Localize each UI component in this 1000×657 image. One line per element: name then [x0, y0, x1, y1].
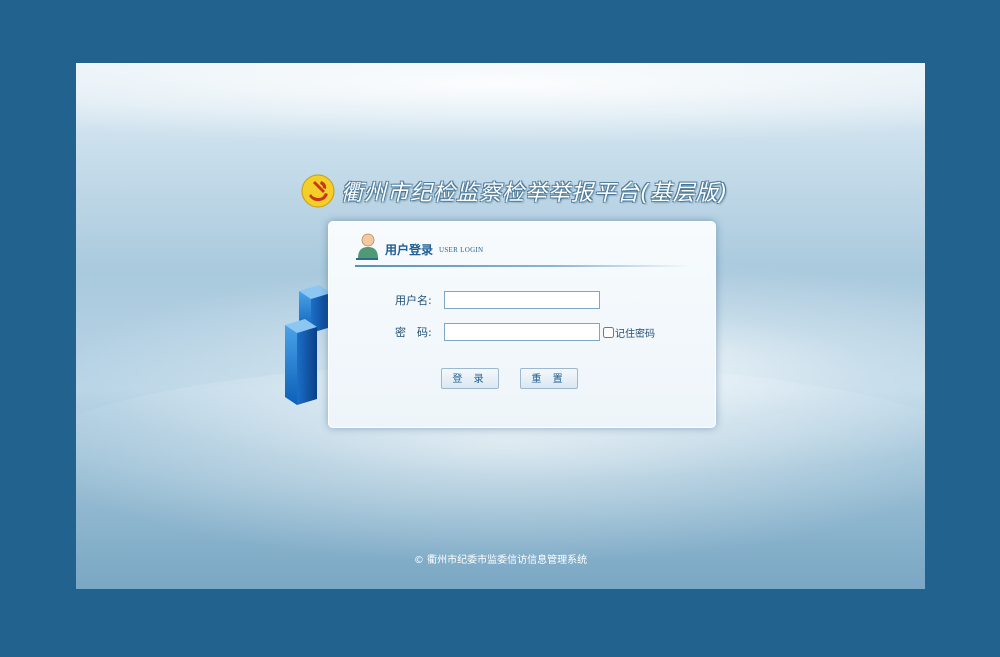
login-panel: 用户登录 USER LOGIN 用户名: 密 码: 记住密码 登 录 重 置 — [328, 221, 716, 428]
footer-copyright: © 衢州市纪委市监委信访信息管理系统 — [413, 555, 588, 566]
remember-password-checkbox[interactable] — [603, 326, 614, 338]
remember-password[interactable]: 记住密码 — [603, 325, 655, 340]
username-input[interactable] — [444, 291, 600, 309]
party-emblem-icon — [301, 174, 335, 208]
reset-button[interactable]: 重 置 — [520, 368, 578, 389]
remember-password-label: 记住密码 — [615, 328, 655, 340]
login-page-background: 衢州市纪检监察检举举报平台(基层版) 用户登录 USER LOGIN 用户名: … — [76, 63, 925, 589]
username-label: 用户名: — [395, 294, 432, 307]
login-button[interactable]: 登 录 — [441, 368, 499, 389]
username-row: 用户名: — [395, 290, 600, 310]
password-input[interactable] — [444, 323, 600, 341]
header-divider — [355, 265, 690, 267]
user-avatar-icon — [356, 233, 378, 260]
login-panel-header: 用户登录 USER LOGIN — [355, 232, 690, 267]
page-header: 衢州市纪检监察检举举报平台(基层版) — [301, 171, 728, 211]
login-subtitle: USER LOGIN — [439, 246, 484, 254]
password-row: 密 码: 记住密码 — [395, 322, 655, 342]
password-label: 密 码: — [395, 326, 432, 339]
page-title: 衢州市纪检监察检举举报平台(基层版) — [341, 181, 729, 206]
login-title: 用户登录 — [385, 243, 434, 257]
